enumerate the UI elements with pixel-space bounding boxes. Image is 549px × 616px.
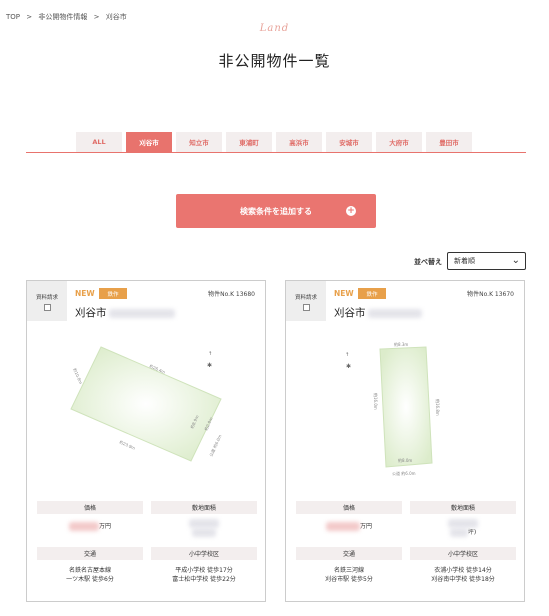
traffic-line: 名鉄三河線 [333, 567, 364, 574]
plot-shape [70, 346, 222, 462]
sort-select[interactable]: 新着順 ⌄ [447, 252, 526, 270]
school-line: 平成小学校 徒歩17分 [175, 567, 233, 574]
area-suffix: 坪) [467, 529, 477, 536]
search-button-label: 検索条件を追加する [240, 206, 312, 216]
traffic-value: 名鉄三河線 刈谷市駅 徒歩5分 [296, 566, 402, 584]
compass-icon: ✱ [346, 363, 351, 370]
request-materials-box[interactable]: 資料請求 [27, 281, 67, 321]
area-label: 敷地面積 [151, 501, 257, 514]
area-value: 坪) [410, 519, 516, 537]
traffic-line: 刈谷市駅 徒歩5分 [325, 576, 373, 583]
plot-label: 約8.0m [398, 457, 412, 463]
north-arrow-icon: ↑ [345, 352, 349, 358]
redacted-area [189, 519, 219, 528]
redacted-area [448, 519, 478, 528]
tab-takahama[interactable]: 高浜市 [276, 132, 322, 152]
plot-label: 約16.8m [435, 399, 441, 416]
new-label: NEW [334, 289, 354, 298]
price-suffix: 万円 [359, 523, 372, 530]
traffic-label: 交通 [37, 547, 143, 560]
status-badge: 鉄作 [358, 288, 386, 299]
city-tabs: ALL 刈谷市 知立市 東浦町 高浜市 安城市 大府市 豊田市 [76, 132, 476, 152]
traffic-label: 交通 [296, 547, 402, 560]
property-city: 刈谷市 [334, 305, 422, 320]
new-label: NEW [75, 289, 95, 298]
redacted-area-tsubo [449, 528, 468, 537]
sort-selected-value: 新着順 [454, 257, 475, 265]
price-value: 万円 [296, 522, 402, 531]
tab-chiryu[interactable]: 知立市 [176, 132, 222, 152]
school-label: 小中学校区 [151, 547, 257, 560]
school-line: 衣浦小学校 徒歩14分 [434, 567, 492, 574]
plus-circle-icon: + [346, 206, 356, 216]
request-checkbox[interactable] [43, 304, 51, 311]
city-name: 刈谷市 [334, 307, 366, 319]
tab-underline [26, 152, 526, 153]
tab-toyota[interactable]: 豊田市 [426, 132, 472, 152]
traffic-value: 名鉄名古屋本線 一ツ木駅 徒歩6分 [37, 566, 143, 584]
school-line: 富士松中学校 徒歩22分 [172, 576, 236, 583]
traffic-line: 一ツ木駅 徒歩6分 [66, 576, 114, 583]
plot-shape [379, 346, 433, 468]
sort-label: 並べ替え [414, 258, 442, 266]
redacted-price [325, 522, 360, 531]
chevron-down-icon: ⌄ [511, 255, 520, 266]
breadcrumb-top-link[interactable]: TOP [6, 13, 20, 21]
status-badge: 鉄作 [99, 288, 127, 299]
redacted-address [108, 308, 175, 318]
plot-label: 約23.9m [119, 438, 137, 450]
breadcrumb-private-link[interactable]: 非公開物件情報 [38, 13, 87, 21]
redacted-area-tsubo [192, 528, 216, 537]
traffic-line: 名鉄名古屋本線 [68, 567, 111, 574]
city-name: 刈谷市 [75, 307, 107, 319]
price-value: 万円 [37, 522, 143, 531]
property-number: 物件No.K 13680 [208, 291, 255, 298]
plot-label: 約8.3m [394, 341, 408, 347]
redacted-price [68, 522, 99, 531]
plot-diagram: 約26.4m 約10.8m 約23.9m 約8.9m 約2.0m 公道 約6.0… [70, 346, 223, 462]
price-label: 価格 [37, 501, 143, 514]
school-value: 平成小学校 徒歩17分 富士松中学校 徒歩22分 [151, 566, 257, 584]
price-label: 価格 [296, 501, 402, 514]
request-label: 資料請求 [35, 295, 58, 301]
plot-label: 公道 約6.0m [392, 470, 416, 476]
property-number: 物件No.K 13670 [467, 291, 514, 298]
tab-obu[interactable]: 大府市 [376, 132, 422, 152]
request-label: 資料請求 [294, 295, 317, 301]
area-label: 敷地面積 [410, 501, 516, 514]
north-arrow-icon: ↑ [208, 351, 212, 357]
compass-icon: ✱ [207, 362, 212, 369]
plot-label: 約10.8m [72, 367, 84, 385]
breadcrumb-current: 刈谷市 [105, 13, 127, 21]
plot-label: 公道 約6.0m [207, 433, 222, 457]
request-materials-box[interactable]: 資料請求 [286, 281, 326, 321]
breadcrumb-separator: > [26, 13, 33, 21]
request-checkbox[interactable] [302, 304, 310, 311]
school-value: 衣浦小学校 徒歩14分 刈谷南中学校 徒歩18分 [410, 566, 516, 584]
plot-label: 約16.0m [373, 393, 379, 410]
area-value [151, 519, 257, 537]
property-city: 刈谷市 [75, 305, 175, 320]
school-line: 刈谷南中学校 徒歩18分 [431, 576, 495, 583]
property-card[interactable]: 資料請求 NEW 鉄作 物件No.K 13680 刈谷市 約26.4m 約10.… [26, 280, 266, 602]
school-label: 小中学校区 [410, 547, 516, 560]
section-script-label: Land [259, 23, 290, 34]
breadcrumb: TOP > 非公開物件情報 > 刈谷市 [6, 12, 131, 22]
tab-anjo[interactable]: 安城市 [326, 132, 372, 152]
price-suffix: 万円 [98, 523, 111, 530]
plot-diagram: 約8.3m 約16.0m 約16.8m 約8.0m 公道 約6.0m ↑ ✱ [345, 341, 441, 476]
page-title: 非公開物件一覧 [218, 52, 331, 70]
property-card[interactable]: 資料請求 NEW 鉄作 物件No.K 13670 刈谷市 約8.3m 約16.0… [285, 280, 525, 602]
add-search-condition-button[interactable]: 検索条件を追加する + [176, 194, 376, 228]
tab-all[interactable]: ALL [76, 132, 122, 152]
redacted-address [367, 308, 422, 318]
tab-higashiura[interactable]: 東浦町 [226, 132, 272, 152]
tab-kariya[interactable]: 刈谷市 [126, 132, 172, 152]
breadcrumb-separator: > [93, 13, 100, 21]
